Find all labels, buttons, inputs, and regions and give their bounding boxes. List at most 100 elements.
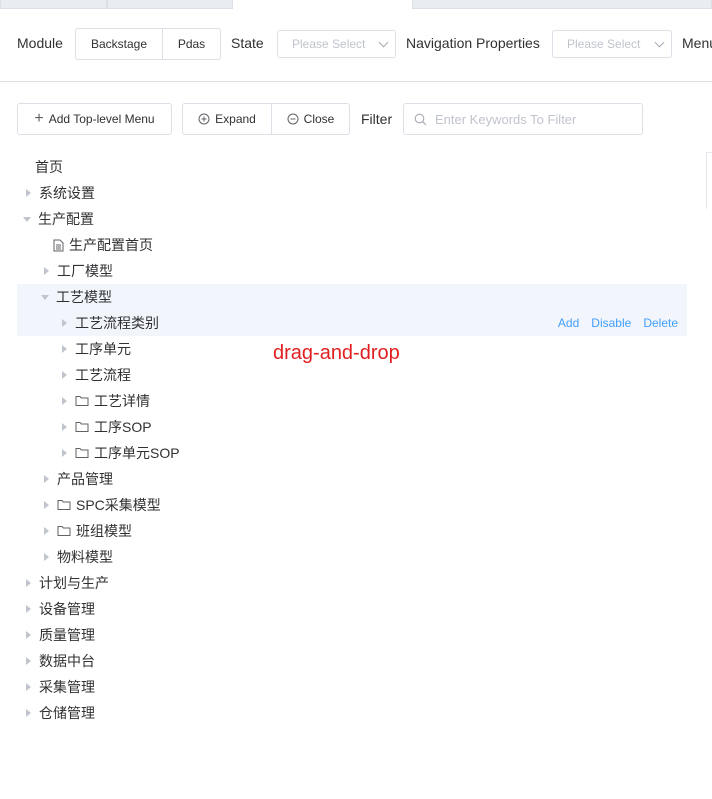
tree-node-label: 产品管理 — [57, 471, 113, 487]
tree-node-label: 工厂模型 — [57, 263, 113, 279]
tree-node[interactable]: 工艺模型 — [17, 284, 687, 310]
tree-node-label: 质量管理 — [39, 627, 95, 643]
filter-bar: Module Backstage Pdas State Please Selec… — [0, 9, 712, 82]
caret-right-icon[interactable] — [26, 579, 31, 587]
tree-node-label: 仓储管理 — [39, 705, 95, 721]
tree-node[interactable]: 工艺详情 — [17, 388, 687, 414]
module-pdas-button[interactable]: Pdas — [163, 28, 221, 60]
caret-right-icon[interactable] — [26, 657, 31, 665]
tree-node-label: 采集管理 — [39, 679, 95, 695]
folder-icon — [57, 525, 71, 537]
tree-add-link[interactable]: Add — [558, 316, 579, 330]
caret-right-icon[interactable] — [62, 423, 67, 431]
tab[interactable] — [412, 0, 712, 9]
tree-node-label: 班组模型 — [76, 523, 132, 539]
tree-node[interactable]: 采集管理 — [17, 674, 687, 700]
menu-label: Menu — [682, 35, 712, 51]
tree-node[interactable]: 系统设置 — [17, 180, 687, 206]
filter-search-box[interactable] — [403, 103, 643, 135]
tree-node-label: 数据中台 — [39, 653, 95, 669]
tree-node-label: 工艺详情 — [94, 393, 150, 409]
caret-right-icon[interactable] — [44, 267, 49, 275]
tree-node[interactable]: 工艺流程类别 Add Disable Delete — [17, 310, 687, 336]
caret-down-icon[interactable] — [23, 216, 31, 222]
circle-minus-icon — [287, 113, 299, 125]
caret-right-icon[interactable] — [62, 319, 67, 327]
caret-right-icon[interactable] — [26, 605, 31, 613]
tree-node-label: 工艺模型 — [56, 289, 112, 305]
tree-node-label: 工序SOP — [94, 419, 152, 435]
caret-right-icon[interactable] — [26, 189, 31, 197]
folder-icon — [75, 447, 89, 459]
caret-right-icon[interactable] — [26, 709, 31, 717]
close-button[interactable]: Close — [272, 103, 350, 135]
drag-and-drop-annotation: drag-and-drop — [273, 342, 400, 364]
chevron-down-icon — [654, 37, 665, 47]
add-top-level-menu-button[interactable]: + Add Top-level Menu — [17, 103, 172, 135]
top-tab-strip — [0, 0, 712, 9]
close-label: Close — [303, 112, 335, 126]
tree-node[interactable]: 物料模型 — [17, 544, 687, 570]
tree-node-label: 首页 — [35, 159, 63, 175]
caret-right-icon[interactable] — [26, 683, 31, 691]
filter-label: Filter — [361, 111, 393, 127]
navigation-properties-label: Navigation Properties — [406, 35, 540, 51]
tree-node-label: 工艺流程类别 — [75, 315, 159, 331]
add-top-level-menu-label: Add Top-level Menu — [48, 112, 155, 126]
tree-node[interactable]: 工序单元SOP — [17, 440, 687, 466]
navigation-properties-select[interactable]: Please Select — [552, 30, 672, 58]
tree-node[interactable]: SPC采集模型 — [17, 492, 687, 518]
caret-right-icon[interactable] — [44, 553, 49, 561]
tree-node[interactable]: 质量管理 — [17, 622, 687, 648]
tree-node[interactable]: 工序SOP — [17, 414, 687, 440]
tree-node[interactable]: 设备管理 — [17, 596, 687, 622]
caret-right-icon[interactable] — [44, 527, 49, 535]
caret-right-icon[interactable] — [62, 345, 67, 353]
state-select-placeholder: Please Select — [292, 37, 366, 51]
tree-node[interactable]: 生产配置首页 — [17, 232, 687, 258]
caret-down-icon[interactable] — [41, 294, 49, 300]
plus-icon: + — [34, 110, 44, 127]
expand-button[interactable]: Expand — [182, 103, 272, 135]
module-backstage-button[interactable]: Backstage — [75, 28, 163, 60]
tree-node[interactable]: 计划与生产 — [17, 570, 687, 596]
folder-icon — [75, 395, 89, 407]
tree-node-label: 生产配置首页 — [69, 237, 153, 253]
tree-node[interactable]: 数据中台 — [17, 648, 687, 674]
caret-right-icon[interactable] — [44, 475, 49, 483]
tree-node-label: SPC采集模型 — [76, 497, 161, 513]
tree-node[interactable]: 产品管理 — [17, 466, 687, 492]
tree-node[interactable]: 首页 — [17, 154, 687, 180]
expand-label: Expand — [215, 112, 256, 126]
state-label: State — [231, 35, 264, 51]
tree-node-label: 生产配置 — [38, 211, 94, 227]
module-button-group: Backstage Pdas — [75, 28, 221, 60]
tree-node[interactable]: 工厂模型 — [17, 258, 687, 284]
tree-node[interactable]: 生产配置 — [17, 206, 687, 232]
state-select[interactable]: Please Select — [277, 30, 396, 58]
navigation-select-placeholder: Please Select — [567, 37, 641, 51]
tree-node[interactable]: 仓储管理 — [17, 700, 687, 726]
tab[interactable] — [0, 0, 107, 9]
tree-disable-link[interactable]: Disable — [591, 316, 631, 330]
tree-node-actions: Add Disable Delete — [546, 310, 678, 336]
caret-right-icon[interactable] — [26, 631, 31, 639]
caret-right-icon[interactable] — [62, 449, 67, 457]
caret-right-icon[interactable] — [62, 397, 67, 405]
folder-icon — [75, 421, 89, 433]
search-icon — [414, 113, 427, 126]
menu-tree: 首页系统设置生产配置生产配置首页工厂模型工艺模型工艺流程类别 Add Disable… — [17, 154, 687, 726]
caret-right-icon[interactable] — [44, 501, 49, 509]
tree-delete-link[interactable]: Delete — [643, 316, 678, 330]
circle-plus-icon — [198, 113, 210, 125]
document-icon — [53, 239, 64, 252]
tree-node[interactable]: 班组模型 — [17, 518, 687, 544]
tab[interactable] — [107, 0, 233, 9]
tree-node-label: 工序单元SOP — [94, 445, 180, 461]
filter-input[interactable] — [433, 110, 637, 128]
right-panel-edge — [706, 152, 712, 209]
folder-icon — [57, 499, 71, 511]
tree-node[interactable]: 工艺流程 — [17, 362, 687, 388]
tree-node-label: 计划与生产 — [39, 575, 109, 591]
caret-right-icon[interactable] — [62, 371, 67, 379]
